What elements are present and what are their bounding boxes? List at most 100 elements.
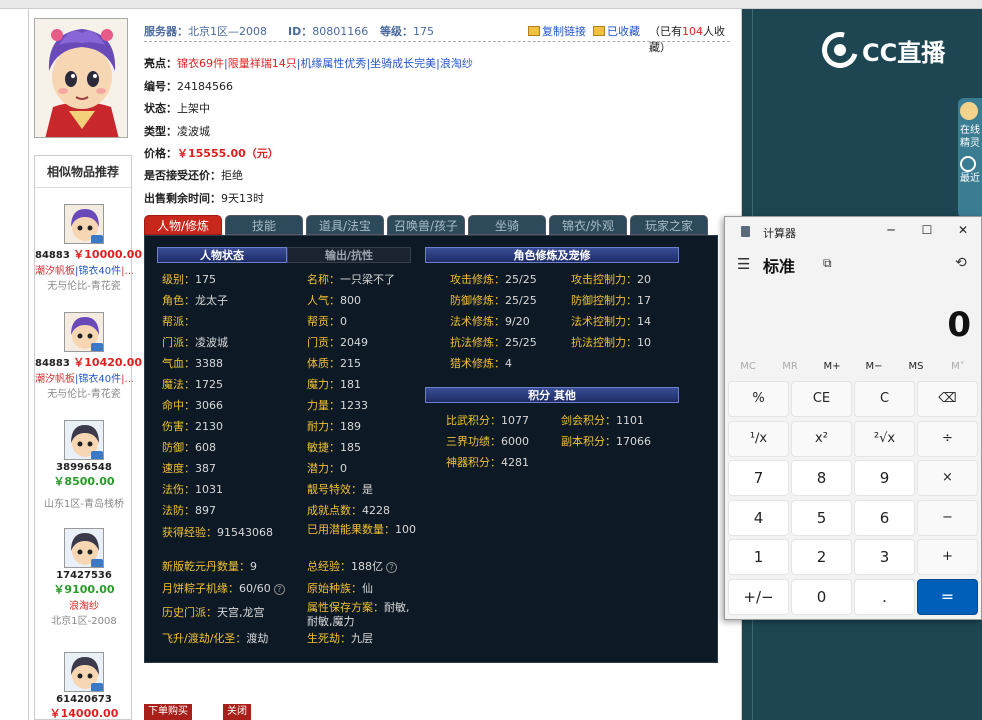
stat-label: 防御：	[162, 441, 195, 454]
cc-live-logo: CC直播	[815, 25, 945, 75]
tab-character[interactable]: 人物/修炼	[144, 215, 222, 235]
hamburger-menu-icon[interactable]: ☰	[737, 255, 750, 273]
calc-key-0-2[interactable]: C	[854, 381, 915, 417]
minimize-icon[interactable]: ─	[883, 222, 899, 238]
similar-item[interactable]: 38996548 ￥8500.00 山东1区-青岛栈桥	[35, 420, 133, 510]
close-button[interactable]: 关闭	[223, 704, 251, 720]
stat-value: 是	[362, 483, 373, 496]
stat-row: 力量：1233	[307, 397, 368, 413]
stat-value: 189	[340, 420, 361, 433]
stat-row: 已用潜能果数量：100	[307, 523, 417, 537]
stat-label: 名称：	[307, 273, 340, 286]
section-header-character[interactable]: 人物状态	[157, 247, 287, 263]
calc-key-2-1[interactable]: 8	[791, 460, 852, 496]
tab-outfits[interactable]: 锦衣/外观	[549, 215, 627, 235]
stat-value: 天宫,龙宫	[217, 606, 265, 619]
copy-link-button[interactable]: 复制链接	[528, 23, 586, 39]
memory-button-5[interactable]: M˅	[937, 361, 979, 372]
stat-value: 800	[340, 294, 361, 307]
calc-key-5-1[interactable]: 0	[791, 578, 852, 615]
calc-key-0-3[interactable]: ⌫	[917, 381, 978, 417]
memory-button-4[interactable]: MS	[895, 361, 937, 372]
calc-key-4-3[interactable]: +	[917, 539, 978, 575]
stat-row: 法伤：1031	[162, 481, 223, 497]
stat-row: 原始种族：仙	[307, 580, 373, 596]
calc-key-1-3[interactable]: ÷	[917, 420, 978, 457]
memory-button-3[interactable]: M−	[853, 361, 895, 372]
calc-key-2-2[interactable]: 9	[854, 460, 915, 496]
stat-value: 60/60	[239, 582, 271, 595]
calc-key-3-0[interactable]: 4	[728, 499, 789, 536]
buy-button[interactable]: 下单购买	[144, 704, 192, 720]
stat-row: 获得经验：91543068	[162, 524, 273, 540]
similar-item[interactable]: 61420673 ￥14000.00	[35, 652, 133, 720]
calc-key-4-0[interactable]: 1	[728, 539, 789, 575]
section-header-output[interactable]: 输出/抗性	[287, 247, 411, 263]
stat-row: 人气：800	[307, 292, 361, 308]
calc-key-2-3[interactable]: ×	[917, 460, 978, 496]
tab-pets[interactable]: 召唤兽/孩子	[387, 215, 465, 235]
stat-label: 防御修炼：	[450, 294, 505, 307]
help-icon[interactable]: ?	[273, 584, 285, 595]
stat-row: 副本积分：17066	[561, 433, 651, 449]
status-row: 状态：上架中	[144, 102, 210, 115]
stat-value: 九层	[351, 632, 373, 645]
similar-item-server: 北京1区-2008	[51, 616, 117, 627]
stat-row: 法术控制力：14	[571, 313, 651, 329]
calc-key-4-1[interactable]: 2	[791, 539, 852, 575]
similar-item-thumb[interactable]	[64, 204, 104, 244]
calculator-titlebar[interactable]: 计算器 ─ ☐ ✕	[725, 217, 981, 245]
calculator-window: 计算器 ─ ☐ ✕ ☰ 标准 ⧉ ⟲ 0 MC MR M+ M− MS M˅ % CE C ⌫ ¹…	[724, 216, 982, 620]
calc-key-5-0[interactable]: +/−	[728, 578, 789, 615]
memory-button-0[interactable]: MC	[727, 361, 769, 372]
side-widget[interactable]: 在线 精灵 最近	[958, 98, 982, 218]
similar-item-server: 山东1区-青岛栈桥	[44, 499, 124, 510]
stat-label: 新版乾元丹数量：	[162, 560, 250, 573]
similar-item[interactable]: 84883 ￥10420.00 潮汐帆板|锦衣40件|… 无与伦比-青花瓷	[35, 312, 142, 400]
calc-key-0-0[interactable]: %	[728, 381, 789, 417]
calc-key-0-1[interactable]: CE	[791, 381, 852, 417]
tab-home[interactable]: 玩家之家	[630, 215, 708, 235]
stat-row: 历史门派：天宫,龙宫	[162, 604, 265, 620]
calc-key-5-3[interactable]: =	[917, 578, 978, 615]
stat-label: 已用潜能果数量：	[307, 523, 395, 536]
calc-key-3-2[interactable]: 6	[854, 499, 915, 536]
memory-button-2[interactable]: M+	[811, 361, 853, 372]
favorite-button[interactable]: 已收藏	[593, 23, 640, 39]
similar-item[interactable]: 84883 ￥10000.00 潮汐帆板|锦衣40件|… 无与伦比-青花瓷	[35, 204, 142, 292]
keep-on-top-icon[interactable]: ⧉	[823, 256, 832, 271]
calc-key-1-2[interactable]: ²√x	[854, 420, 915, 457]
calc-key-2-0[interactable]: 7	[728, 460, 789, 496]
tab-mounts[interactable]: 坐骑	[468, 215, 546, 235]
calc-key-4-2[interactable]: 3	[854, 539, 915, 575]
similar-item-thumb[interactable]	[64, 528, 104, 568]
tab-skills[interactable]: 技能	[225, 215, 303, 235]
tab-items[interactable]: 道具/法宝	[306, 215, 384, 235]
highlights-row: 亮点：锦衣69件|限量祥瑞14只|机缘属性优秀|坐骑成长完美|浪淘纱	[144, 57, 473, 70]
calc-key-3-3[interactable]: −	[917, 499, 978, 536]
maximize-icon[interactable]: ☐	[919, 222, 935, 238]
calc-key-3-1[interactable]: 5	[791, 499, 852, 536]
calc-key-1-1[interactable]: x²	[791, 420, 852, 457]
calc-key-1-0[interactable]: ¹∕x	[728, 420, 789, 457]
close-icon[interactable]: ✕	[955, 222, 971, 238]
similar-item-thumb[interactable]	[64, 312, 104, 352]
stat-value: 9	[250, 560, 257, 573]
stat-label: 属性保存方案：	[307, 601, 384, 614]
stat-row: 帮贡：0	[307, 313, 347, 329]
detail-tabs: 人物/修炼 技能 道具/法宝 召唤兽/孩子 坐骑 锦衣/外观 玩家之家	[144, 215, 710, 235]
stat-label: 角色：	[162, 294, 195, 307]
memory-button-1[interactable]: MR	[769, 361, 811, 372]
stat-value: 91543068	[217, 526, 273, 539]
section-header-cultivation: 角色修炼及宠修	[425, 247, 679, 263]
stat-label: 伤害：	[162, 420, 195, 433]
stat-label: 级别：	[162, 273, 195, 286]
history-icon[interactable]: ⟲	[955, 255, 967, 271]
similar-item-thumb[interactable]	[64, 652, 104, 692]
stat-value: 20	[637, 273, 651, 286]
similar-item[interactable]: 17427536 ￥9100.00 浪淘纱 北京1区-2008	[35, 528, 133, 627]
stat-value: 10	[637, 336, 651, 349]
similar-item-thumb[interactable]	[64, 420, 104, 460]
calc-key-5-2[interactable]: .	[854, 578, 915, 615]
help-icon[interactable]: ?	[386, 562, 397, 573]
